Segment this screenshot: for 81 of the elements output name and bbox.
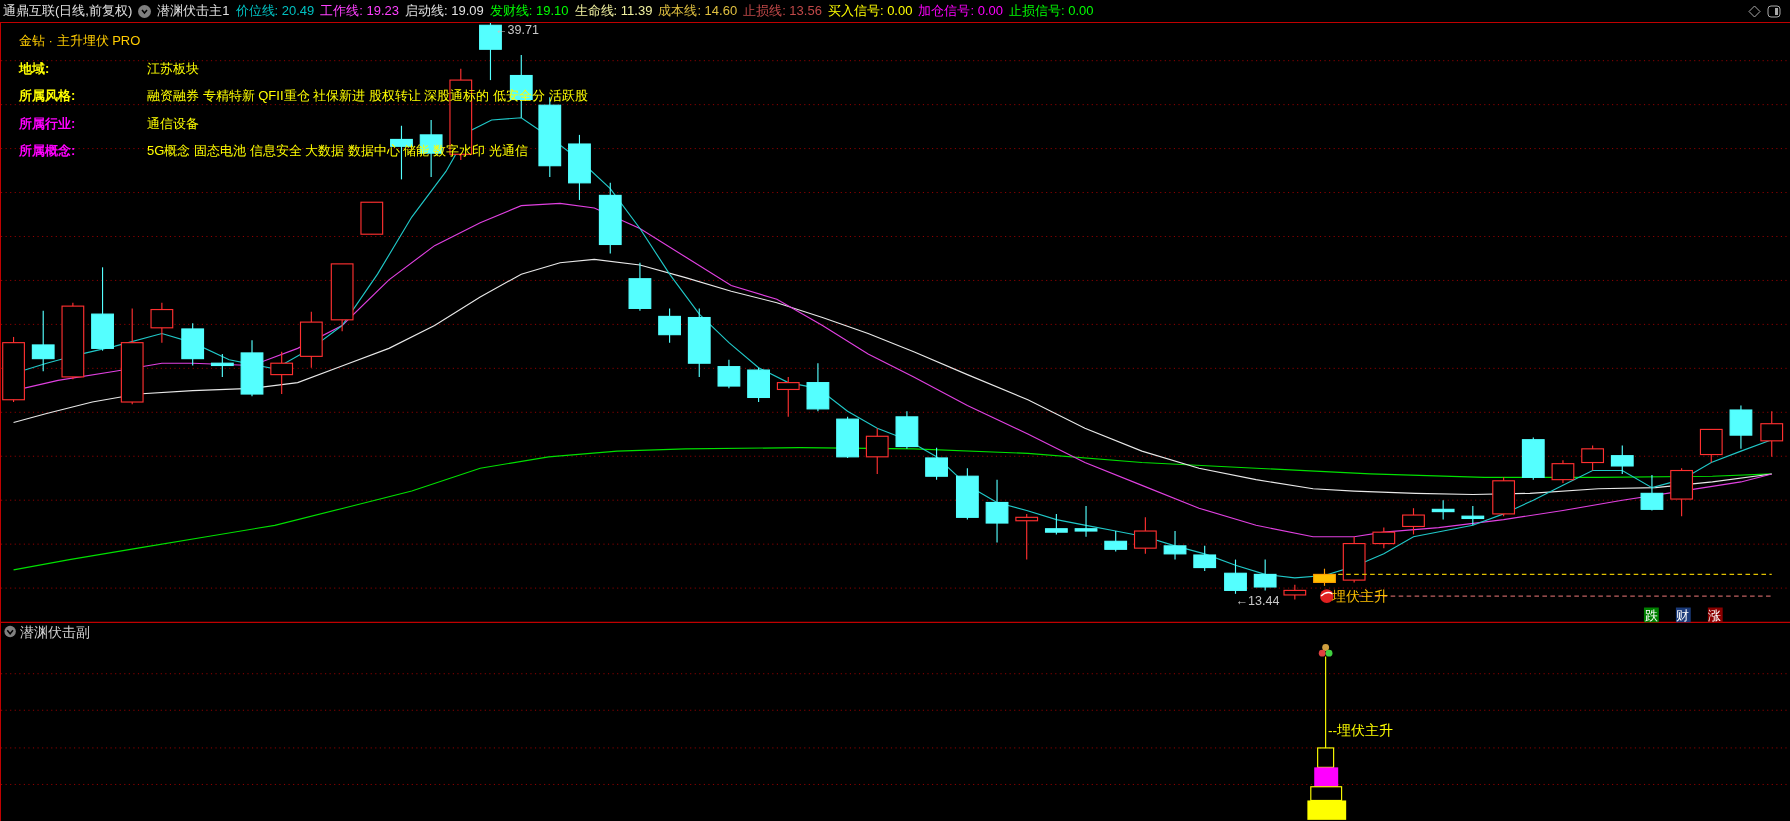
candlestick [270,351,294,395]
candlestick [1492,476,1516,517]
indicator-reading: 买入信号: 0.00 [827,2,913,21]
indicator-reading: 加仓信号: 0.00 [918,2,1003,21]
candlestick [1283,584,1307,601]
info-label: 地域: [19,60,50,76]
candlestick [895,410,919,450]
candlestick [1760,410,1784,458]
price-label: ←13.44 [1235,594,1280,609]
signal-ball-icon [1319,589,1334,603]
candlestick [1729,404,1753,450]
candlestick [2,336,25,403]
candlestick [776,376,800,418]
candlestick [1015,513,1039,561]
balls-icon [1318,644,1333,657]
info-label: 所属行业: [19,115,76,131]
candlestick [1313,568,1336,587]
info-value: 江苏板块 [147,59,199,78]
candlestick [1372,527,1396,549]
collapse-icon[interactable] [138,4,152,18]
legend-badge: 财 [1675,607,1691,624]
candlestick [568,134,591,201]
info-value: 通信设备 [147,114,199,133]
info-label: 所属概念: [19,143,76,158]
candlestick [836,416,859,459]
candlestick [1253,559,1277,591]
sub-panel-title: 潜渊伏击副 [20,625,91,641]
indicator-reading: 生命线: 11.39 [574,2,653,21]
legend-badge: 涨 [1707,607,1723,624]
indicator-reading: 价位线: 20.49 [235,2,315,21]
candlestick [1044,513,1068,536]
indicator-name: 潜渊伏击主1 [157,2,230,21]
candlestick [1163,530,1187,561]
signal-label: --埋伏主升 [1327,723,1393,739]
stock-title: 通鼎互联(日线,前复权) [3,2,133,21]
candlestick [717,359,741,389]
indicator-reading: 启动线: 19.09 [405,2,484,21]
legend-badge: 跌 [1643,607,1659,624]
candlestick [1342,536,1366,583]
candlestick [687,307,711,378]
candlestick [1461,505,1485,526]
candlestick [1224,559,1247,595]
candlestick [1193,545,1217,572]
candlestick [658,307,681,344]
candlestick [865,427,889,475]
info-label: 所属风格: [19,88,76,103]
candlestick [1699,428,1723,464]
candlestick [1402,507,1425,536]
candlestick [299,311,323,369]
indicator-reading: 发财线: 19.10 [489,2,569,21]
indicator-reading: 止损信号: 0.00 [1008,2,1094,21]
candlestick [31,310,55,372]
candlestick [1670,467,1693,517]
candlestick [1640,474,1664,512]
candlestick [150,302,174,344]
candlestick [1521,436,1545,481]
candlestick [1431,499,1455,521]
candlestick [181,322,205,367]
candlestick [1074,505,1098,538]
candlestick [925,447,948,481]
candlestick [1133,516,1157,555]
candlestick [1610,444,1634,475]
candlestick [210,353,234,378]
indicator-reading: 工作线: 19.23 [320,2,400,21]
diamond-icon[interactable] [1748,4,1761,18]
candlestick [1551,459,1575,484]
candlestick [747,367,770,403]
candlestick [955,467,979,521]
candlestick [330,263,354,332]
candlestick [628,262,652,312]
candlestick [1104,530,1128,553]
candlestick [360,201,384,235]
candlestick [806,362,830,412]
info-title: 金钻 · 主升埋伏 PRO [19,32,142,50]
indicator-reading: 成本线: 14.60 [658,2,738,21]
candlestick [1581,444,1605,472]
candlestick [240,339,264,397]
panel-toggle-icon[interactable] [1767,4,1781,18]
candlestick [985,479,1009,543]
collapse-icon [4,625,16,638]
indicator-reading: 止损线: 13.56 [743,2,822,21]
